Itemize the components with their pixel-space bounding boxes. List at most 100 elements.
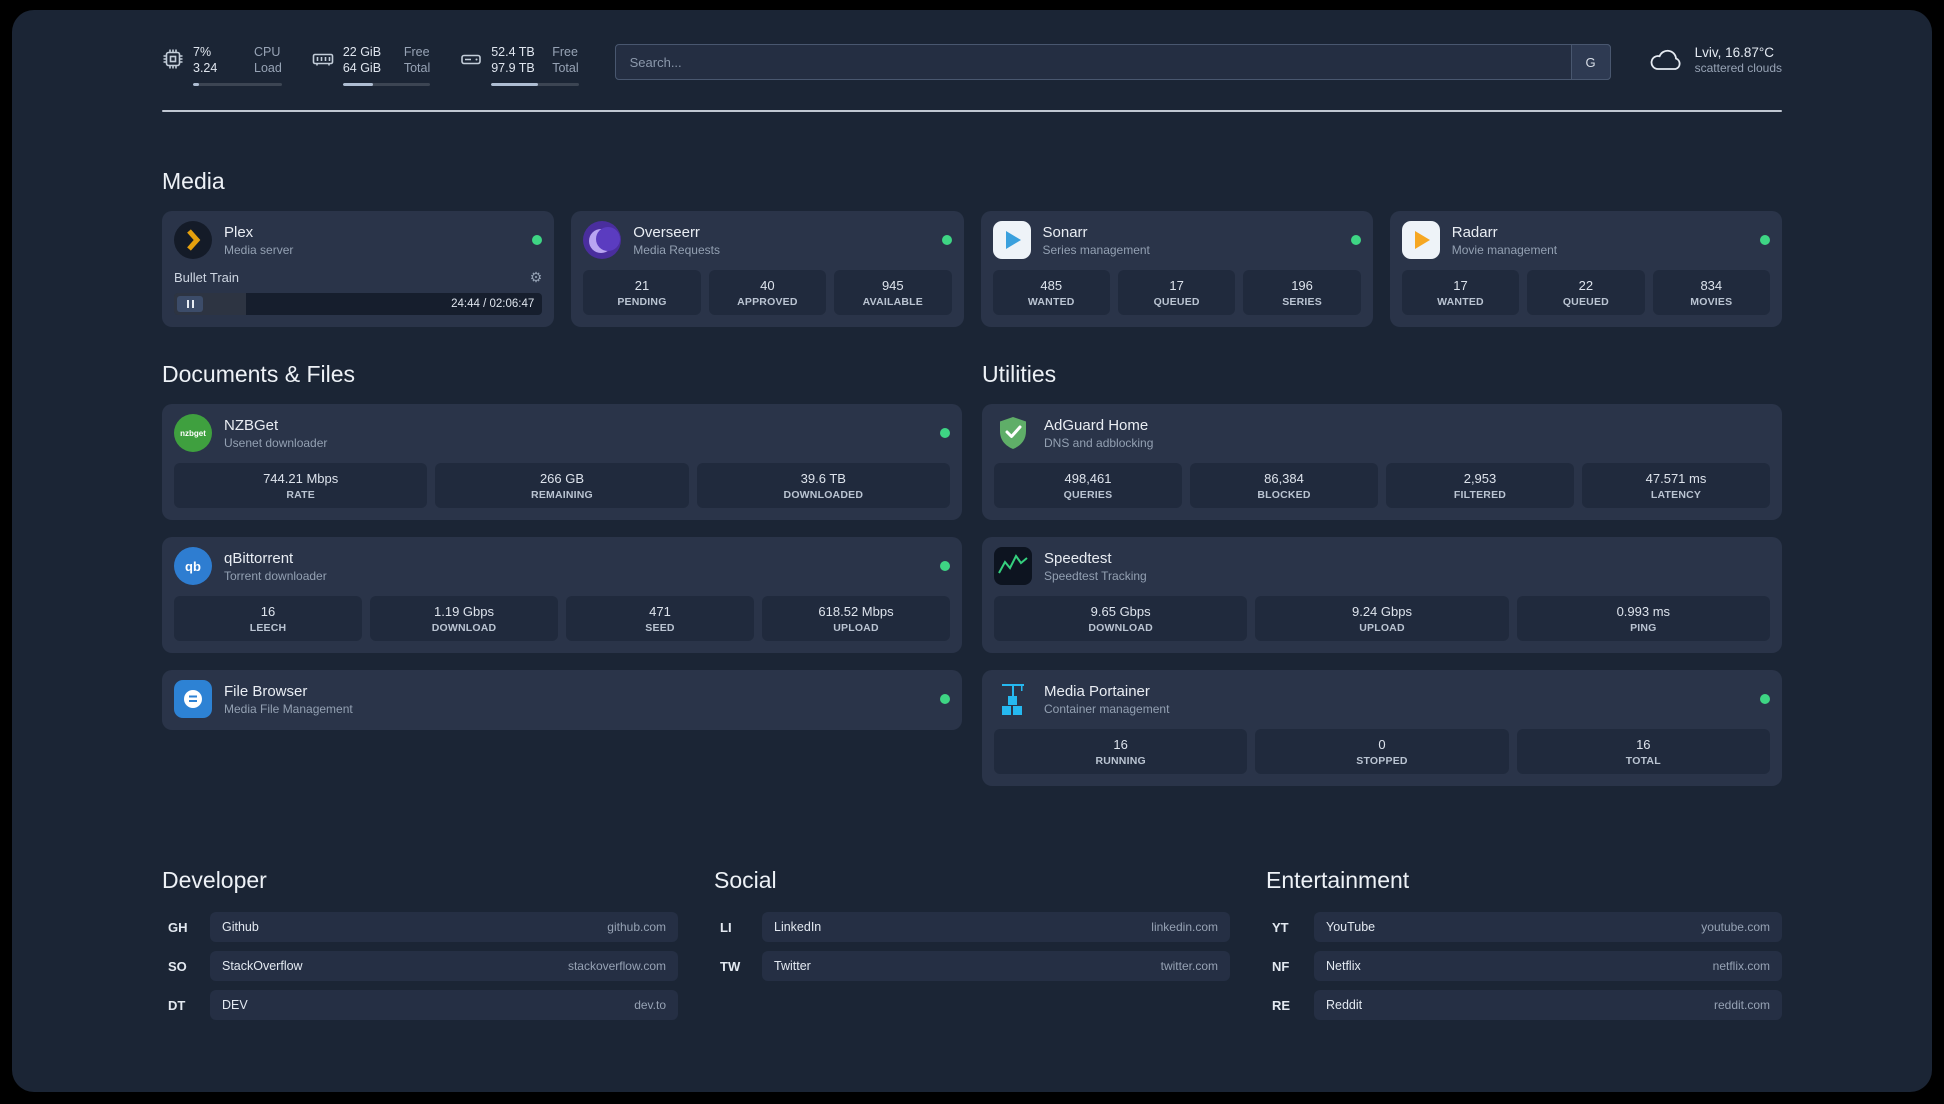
bookmark-link-twitter[interactable]: Twitter twitter.com — [762, 951, 1230, 981]
bookmark-stackoverflow: SO StackOverflow stackoverflow.com — [162, 951, 678, 981]
pause-button[interactable] — [177, 296, 203, 312]
status-dot — [532, 235, 543, 245]
dashboard: 7% 3.24 CPU Load 22 GiB 64 GiB Free Tota… — [12, 10, 1932, 1092]
status-dot — [1350, 235, 1361, 245]
service-link-overseerr[interactable]: Overseerr Media Requests — [583, 221, 952, 259]
service-card-nzbget: nzbget NZBGet Usenet downloader 744.21 M… — [162, 404, 962, 520]
service-link-adguard[interactable]: AdGuard Home DNS and adblocking — [994, 414, 1770, 452]
bookmark-netflix: NF Netflix netflix.com — [1266, 951, 1782, 981]
section-title-media: Media — [162, 168, 225, 194]
section-title-utilities: Utilities — [982, 361, 1057, 387]
service-name: Speedtest — [1044, 549, 1112, 567]
bookmark-abbr: YT — [1272, 919, 1289, 935]
stat-rate: 744.21 Mbps RATE — [174, 463, 428, 508]
cpu-load-value: 3.24 — [193, 61, 218, 75]
bookmark-abbr: LI — [720, 919, 732, 935]
bookmark-group-developer: Developer GH Github github.com SO StackO… — [162, 867, 678, 1029]
bookmark-link-netflix[interactable]: Netflix netflix.com — [1314, 951, 1782, 981]
stat-remaining: 266 GB REMAINING — [435, 463, 689, 508]
now-playing-title: Bullet Train — [174, 270, 240, 285]
disk-free-label: Free — [552, 45, 578, 59]
bookmark-reddit: RE Reddit reddit.com — [1266, 990, 1782, 1020]
plex-icon — [174, 221, 212, 259]
stat-download: 9.65 Gbps DOWNLOAD — [994, 596, 1248, 641]
status-dot — [940, 694, 950, 704]
stat-stopped: 0 STOPPED — [1255, 729, 1509, 774]
service-name: Sonarr — [1042, 223, 1088, 241]
cpu-usage-value: 7% — [193, 45, 212, 59]
bookmark-group-social: Social LI LinkedIn linkedin.com TW Twitt… — [714, 867, 1230, 1029]
section-title-documents: Documents & Files — [162, 361, 356, 387]
cpu-widget: 7% 3.24 CPU Load — [162, 44, 282, 86]
playback-bar[interactable]: 24:44 / 02:06:47 — [174, 293, 543, 315]
service-card-plex: Plex Media server Bullet Train ⚙ 24:44 /… — [162, 211, 555, 327]
disk-progress-bar — [491, 83, 579, 86]
bookmark-link-stackoverflow[interactable]: StackOverflow stackoverflow.com — [210, 951, 678, 981]
bookmark-dev: DT DEV dev.to — [162, 990, 678, 1020]
bookmark-link-dev[interactable]: DEV dev.to — [210, 990, 678, 1020]
stat-ping: 0.993 ms PING — [1516, 596, 1770, 641]
qbittorrent-icon: qb — [174, 547, 212, 585]
gear-icon[interactable]: ⚙ — [530, 269, 543, 286]
memory-widget: 22 GiB 64 GiB Free Total — [312, 44, 431, 86]
section-title-entertainment: Entertainment — [1266, 867, 1410, 893]
filebrowser-icon — [174, 680, 212, 718]
service-description: Usenet downloader — [224, 435, 328, 450]
disk-icon — [461, 54, 482, 65]
stat-seed: 471 SEED — [566, 596, 754, 641]
search-input[interactable] — [614, 44, 1611, 80]
service-link-sonarr[interactable]: Sonarr Series management — [992, 221, 1361, 259]
service-name: Radarr — [1451, 223, 1498, 241]
documents-column: Documents & Files nzbget NZBGet Usenet d… — [162, 361, 962, 747]
cpu-progress-bar — [193, 83, 282, 86]
stat-wanted: 17 WANTED — [1401, 270, 1520, 315]
memory-free-value: 22 GiB — [342, 45, 382, 59]
radarr-icon — [1401, 221, 1440, 259]
bookmark-link-linkedin[interactable]: LinkedIn linkedin.com — [762, 912, 1230, 942]
service-link-qbittorrent[interactable]: qb qBittorrent Torrent downloader — [174, 547, 950, 585]
cpu-icon — [163, 49, 183, 69]
service-name: Overseerr — [633, 223, 700, 241]
disk-free-value: 52.4 TB — [491, 45, 535, 59]
stat-downloaded: 39.6 TB DOWNLOADED — [696, 463, 950, 508]
service-link-nzbget[interactable]: nzbget NZBGet Usenet downloader — [174, 414, 950, 452]
weather-widget: Lviv, 16.87°C scattered clouds — [1647, 44, 1782, 76]
media-grid: Plex Media server Bullet Train ⚙ 24:44 /… — [162, 211, 1782, 327]
weather-condition: scattered clouds — [1694, 61, 1782, 75]
playback-time: 24:44 / 02:06:47 — [451, 298, 535, 310]
search-provider-button[interactable]: G — [1570, 44, 1611, 80]
bookmarks: Developer GH Github github.com SO StackO… — [162, 867, 1782, 1073]
memory-progress-bar — [342, 83, 431, 86]
service-description: Speedtest Tracking — [1044, 568, 1147, 583]
stat-movies: 834 MOVIES — [1652, 270, 1771, 315]
disk-widget: 52.4 TB 97.9 TB Free Total — [460, 44, 579, 86]
stat-filtered: 2,953 FILTERED — [1386, 463, 1574, 508]
bookmark-link-github[interactable]: Github github.com — [210, 912, 678, 942]
service-description: Media server — [224, 242, 294, 257]
status-dot — [940, 561, 950, 571]
utilities-column: Utilities AdGuard Home DNS and adblockin… — [982, 361, 1782, 803]
service-name: File Browser — [224, 682, 308, 700]
memory-free-label: Free — [403, 45, 430, 59]
service-link-portainer[interactable]: Media Portainer Container management — [994, 680, 1770, 718]
service-link-radarr[interactable]: Radarr Movie management — [1401, 221, 1770, 259]
stat-queued: 17 QUEUED — [1117, 270, 1236, 315]
disk-total-label: Total — [552, 61, 579, 75]
section-title-developer: Developer — [162, 867, 267, 893]
service-card-sonarr: Sonarr Series management 485 WANTED 17 Q… — [980, 211, 1373, 327]
section-title-social: Social — [714, 867, 777, 893]
service-link-speedtest[interactable]: Speedtest Speedtest Tracking — [994, 547, 1770, 585]
stat-approved: 40 APPROVED — [708, 270, 827, 315]
bookmark-link-youtube[interactable]: YouTube youtube.com — [1314, 912, 1782, 942]
service-card-adguard: AdGuard Home DNS and adblocking 498,461 … — [982, 404, 1782, 520]
bookmark-link-reddit[interactable]: Reddit reddit.com — [1314, 990, 1782, 1020]
stat-available: 945 AVAILABLE — [834, 270, 952, 315]
service-name: Plex — [224, 223, 254, 241]
top-bar: 7% 3.24 CPU Load 22 GiB 64 GiB Free Tota… — [162, 44, 1782, 86]
service-link-plex[interactable]: Plex Media server — [174, 221, 543, 259]
service-link-filebrowser[interactable]: File Browser Media File Management — [174, 680, 950, 718]
adguard-icon — [994, 414, 1032, 452]
bookmark-abbr: GH — [168, 919, 188, 935]
weather-location: Lviv, 16.87°C — [1694, 45, 1775, 60]
stat-queued: 22 QUEUED — [1527, 270, 1645, 315]
